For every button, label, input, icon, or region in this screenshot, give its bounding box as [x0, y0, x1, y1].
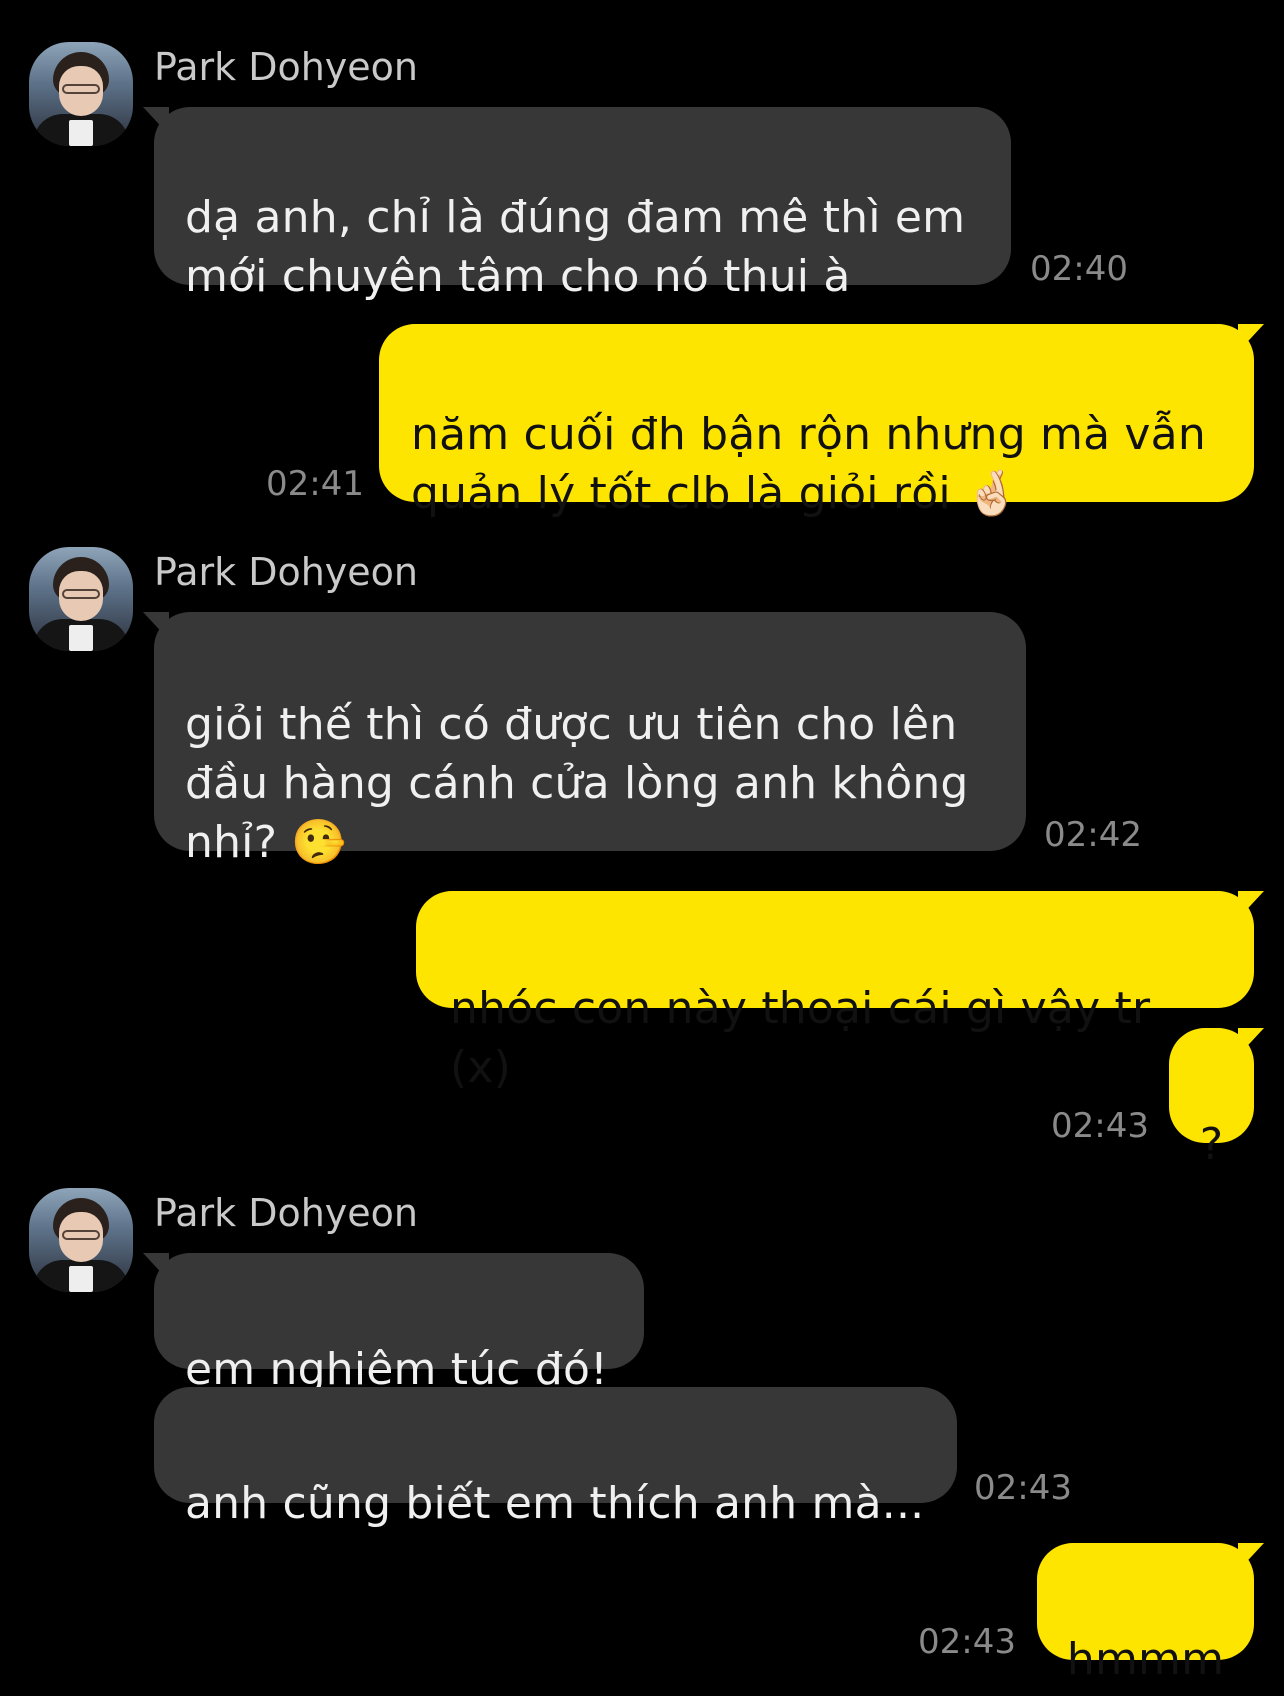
- message-time: 02:40: [1030, 249, 1128, 289]
- message-bubble[interactable]: anh cũng biết em thích anh mà...: [154, 1387, 957, 1529]
- message-time: 02:43: [1051, 1106, 1149, 1146]
- sender-name: Park Dohyeon: [154, 550, 418, 594]
- message-text: giỏi thế thì có được ưu tiên cho lên đầu…: [185, 699, 969, 868]
- avatar-glasses: [62, 589, 100, 599]
- chat-thread: Park Dohyeon dạ anh, chỉ là đúng đam mê …: [0, 0, 1284, 1696]
- message-text: hmmm: [1066, 1634, 1225, 1685]
- avatar-shirt-stripe: [69, 625, 93, 651]
- message-bubble[interactable]: giỏi thế thì có được ưu tiên cho lên đầu…: [154, 612, 1026, 868]
- message-time: 02:43: [918, 1622, 1016, 1662]
- message-bubble[interactable]: năm cuối đh bận rộn nhưng mà vẫn quản lý…: [379, 324, 1254, 519]
- sender-name: Park Dohyeon: [154, 45, 418, 89]
- avatar-shirt-stripe: [69, 1266, 93, 1292]
- bubble-tail: [1238, 891, 1264, 919]
- message-bubble[interactable]: em nghiêm túc đó!: [154, 1253, 644, 1395]
- avatar-glasses: [62, 84, 100, 94]
- sender-avatar[interactable]: [29, 1188, 133, 1292]
- message-text: ?: [1199, 1119, 1224, 1170]
- message-time: 02:41: [266, 464, 364, 504]
- bubble-tail: [1238, 1543, 1264, 1571]
- message-bubble[interactable]: nhóc con này thoại cái gì vậy tr (x): [416, 891, 1254, 1093]
- bubble-tail: [1238, 324, 1264, 352]
- message-bubble[interactable]: hmmm: [1037, 1543, 1254, 1685]
- message-time: 02:43: [974, 1468, 1072, 1508]
- message-text: nhóc con này thoại cái gì vậy tr (x): [450, 983, 1151, 1093]
- sender-avatar[interactable]: [29, 42, 133, 146]
- avatar-shirt-stripe: [69, 120, 93, 146]
- sender-avatar[interactable]: [29, 547, 133, 651]
- message-bubble[interactable]: dạ anh, chỉ là đúng đam mê thì em mới ch…: [154, 107, 1011, 302]
- message-text: năm cuối đh bận rộn nhưng mà vẫn quản lý…: [411, 409, 1206, 519]
- avatar-glasses: [62, 1230, 100, 1240]
- sender-name: Park Dohyeon: [154, 1191, 418, 1235]
- message-time: 02:42: [1044, 815, 1142, 855]
- message-text: dạ anh, chỉ là đúng đam mê thì em mới ch…: [185, 192, 966, 302]
- message-text: anh cũng biết em thích anh mà...: [185, 1478, 925, 1529]
- bubble-tail: [1238, 1028, 1264, 1056]
